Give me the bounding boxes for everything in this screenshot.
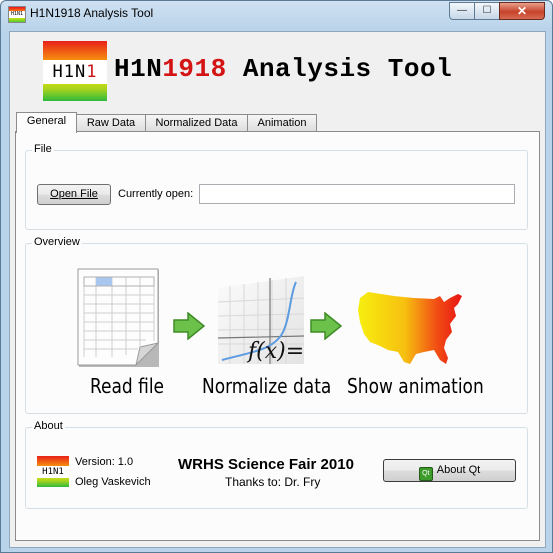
formula-label: f(x)= xyxy=(246,339,304,364)
us-map-icon xyxy=(358,292,462,364)
step-normalize-data-label: Normalize data xyxy=(202,374,332,398)
file-group-title: File xyxy=(32,143,54,155)
minimize-button[interactable]: — xyxy=(449,2,475,20)
about-group-title: About xyxy=(32,420,65,432)
tab-animation[interactable]: Animation xyxy=(247,114,317,132)
overview-group: Overview f(x)= Read file Normalize data … xyxy=(25,236,528,414)
about-logo: H1N1 xyxy=(37,456,69,487)
tab-raw-data[interactable]: Raw Data xyxy=(76,114,146,132)
general-tab-panel: File Open File Currently open: Overview xyxy=(15,131,540,541)
maximize-button[interactable]: ☐ xyxy=(474,2,500,20)
title-bar[interactable]: H1N1 H1N1918 Analysis Tool — ☐ ✕ xyxy=(1,1,552,27)
app-icon[interactable]: H1N1 xyxy=(8,6,26,23)
author-label: Oleg Vaskevich xyxy=(75,476,151,488)
step-show-animation-label: Show animation xyxy=(347,374,484,398)
window-title: H1N1918 Analysis Tool xyxy=(30,6,154,20)
spreadsheet-icon xyxy=(77,268,160,367)
file-group: File Open File Currently open: xyxy=(25,143,528,230)
arrow-icon xyxy=(173,312,206,340)
arrow-icon xyxy=(310,312,343,340)
step-read-file-label: Read file xyxy=(90,374,165,398)
currently-open-field[interactable] xyxy=(199,184,515,204)
about-group: About H1N1 Version: 1.0 Oleg Vaskevich W… xyxy=(25,420,528,509)
version-label: Version: 1.0 xyxy=(75,456,134,468)
open-file-button[interactable]: Open File xyxy=(37,184,111,205)
main-content: H1N1 H1N1918 Analysis Tool General Raw D… xyxy=(9,31,546,548)
currently-open-label: Currently open: xyxy=(118,188,194,200)
tab-general[interactable]: General xyxy=(16,112,77,133)
function-graph-icon: f(x)= xyxy=(217,276,304,364)
tab-normalized-data[interactable]: Normalized Data xyxy=(145,114,248,132)
thanks-label: Thanks to: Dr. Fry xyxy=(225,475,321,489)
close-button[interactable]: ✕ xyxy=(499,2,545,20)
overview-group-title: Overview xyxy=(32,236,82,248)
page-title: H1N1918 Analysis Tool xyxy=(114,54,453,84)
about-qt-button[interactable]: Qt About Qt xyxy=(383,459,516,482)
app-logo: H1N1 xyxy=(43,41,107,101)
science-fair-label: WRHS Science Fair 2010 xyxy=(178,456,354,473)
qt-icon: Qt xyxy=(418,467,433,481)
app-window: H1N1 H1N1918 Analysis Tool — ☐ ✕ H1N1 H1… xyxy=(0,0,553,553)
